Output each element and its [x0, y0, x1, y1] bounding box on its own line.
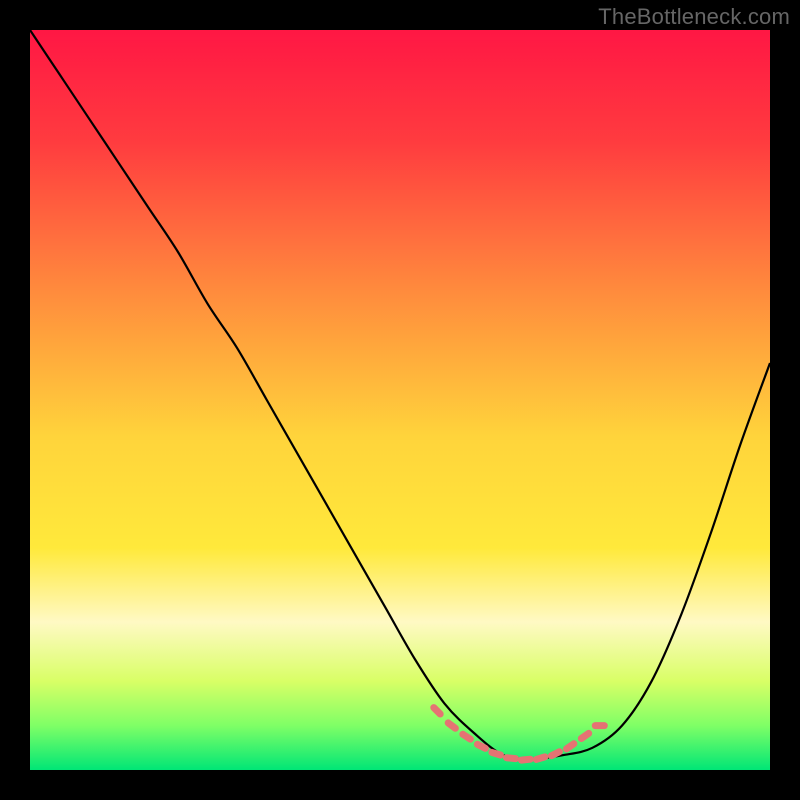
curve-marker [551, 752, 559, 756]
plot-area [30, 30, 770, 770]
watermark-text: TheBottleneck.com [598, 4, 790, 30]
curve-marker [507, 758, 516, 759]
curve-marker [536, 757, 545, 760]
chart-frame: TheBottleneck.com [0, 0, 800, 800]
curve-marker [448, 723, 455, 728]
bottleneck-curve-chart [30, 30, 770, 770]
curve-marker [492, 752, 501, 755]
curve-marker [463, 734, 471, 739]
curve-marker [567, 744, 574, 749]
curve-marker [477, 744, 485, 748]
curve-marker [434, 708, 440, 714]
curve-marker [581, 733, 588, 738]
gradient-background [30, 30, 770, 770]
curve-marker [521, 759, 530, 760]
